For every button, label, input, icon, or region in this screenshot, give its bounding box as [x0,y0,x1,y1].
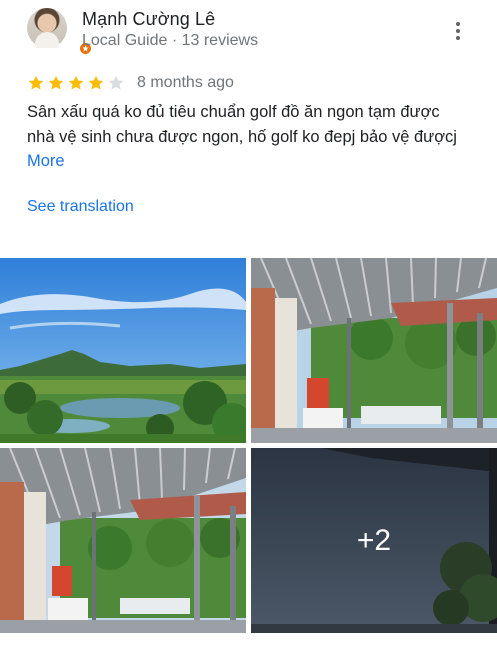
review-photo-1[interactable] [0,258,246,443]
review-photo-2[interactable] [251,258,497,443]
star-empty-icon [108,75,124,90]
reviewer-meta[interactable]: Local Guide · 13 reviews [82,32,258,50]
more-photos-count[interactable]: +2 [251,448,497,633]
reviewer-name[interactable]: Mạnh Cường Lê [82,9,215,30]
photo-golf-course-landscape [0,258,246,443]
photo-covered-veranda-2 [0,448,246,633]
more-vert-icon [456,22,460,26]
avatar-body [35,32,59,48]
star-filled-icon [88,75,104,90]
more-link[interactable]: More [27,152,65,170]
star-filled-icon [48,75,64,90]
star-rating [27,74,125,92]
bottom-spacer [0,633,497,660]
rating-row: 8 months ago [27,72,234,94]
review-text: Sân xấu quá ko đủ tiêu chuẩn golf đồ ăn … [27,100,467,174]
see-translation-link[interactable]: See translation [27,198,134,216]
review-photo-3[interactable] [0,448,246,633]
review-photo-4[interactable]: +2 [251,448,497,633]
review-header: Mạnh Cường Lê Local Guide · 13 reviews [0,0,497,64]
more-options-button[interactable] [446,18,470,44]
review-body: Sân xấu quá ko đủ tiêu chuẩn golf đồ ăn … [27,103,457,146]
photo-covered-veranda [251,258,497,443]
review-date: 8 months ago [137,74,234,91]
star-filled-icon [68,75,84,90]
star-filled-icon [28,75,44,90]
reviewer-avatar[interactable] [27,8,92,55]
